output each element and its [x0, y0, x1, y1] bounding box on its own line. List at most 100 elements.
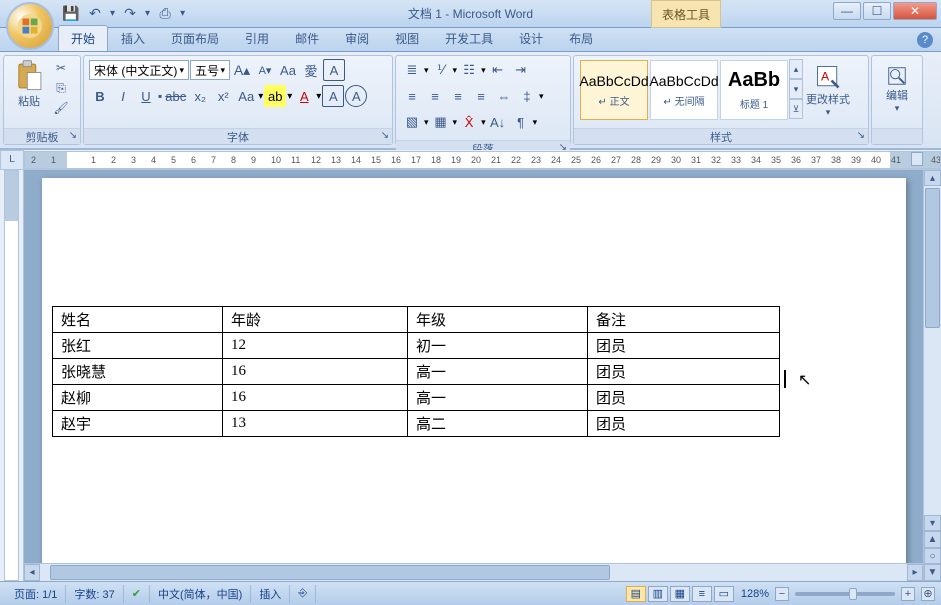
office-button[interactable] [6, 2, 54, 50]
qat-dropdown-icon[interactable]: ▾ [110, 8, 115, 19]
tab-home[interactable]: 开始 [58, 25, 108, 51]
font-color-button[interactable]: A [293, 85, 315, 107]
para-sort-icon[interactable]: ¶ [510, 111, 532, 133]
hscroll-thumb[interactable] [50, 565, 610, 580]
redo-icon[interactable]: ↷ [119, 3, 141, 25]
shading-icon[interactable]: ▧ [401, 111, 423, 133]
zoom-slider[interactable] [795, 592, 895, 596]
qat-customize-icon[interactable]: ▾ [180, 8, 185, 19]
zoom-in-icon[interactable]: + [901, 587, 915, 601]
vertical-scrollbar[interactable]: ▴ ▾ ▲ ○ ▼ [923, 170, 941, 581]
tab-developer[interactable]: 开发工具 [432, 25, 506, 51]
hscroll-left-icon[interactable]: ◂ [24, 564, 40, 581]
tab-design[interactable]: 设计 [506, 25, 556, 51]
tab-references[interactable]: 引用 [232, 25, 282, 51]
close-button[interactable]: ✕ [893, 2, 937, 20]
view-draft-icon[interactable]: ▭ [714, 586, 734, 602]
view-print-icon[interactable]: ▤ [626, 586, 646, 602]
vertical-ruler[interactable] [0, 170, 24, 581]
content-table[interactable]: 姓名 年龄 年级 备注 张红12初一团员 张晓慧16高一团员 赵柳16高一团员 … [52, 306, 780, 437]
highlight-button[interactable]: ab [264, 85, 286, 107]
bold-button[interactable]: B [89, 85, 111, 107]
scroll-down-icon[interactable]: ▾ [924, 515, 941, 531]
distribute-icon[interactable]: ⇔ [493, 85, 515, 107]
align-left-icon[interactable]: ≡ [401, 85, 423, 107]
status-language[interactable]: 中文(简体，中国) [150, 585, 251, 603]
zoom-level[interactable]: 128% [741, 588, 769, 600]
browse-prev-icon[interactable]: ▲ [924, 531, 941, 548]
scroll-thumb[interactable] [925, 188, 940, 328]
grow-font-icon[interactable]: A▴ [231, 59, 253, 81]
editing-button[interactable]: 编辑 ▾ [877, 59, 917, 125]
indent-inc-icon[interactable]: ⇥ [510, 59, 532, 81]
scroll-up-icon[interactable]: ▴ [924, 170, 941, 186]
subscript-button[interactable]: x₂ [189, 85, 211, 107]
tab-review[interactable]: 审阅 [332, 25, 382, 51]
cut-icon[interactable]: ✂ [51, 59, 71, 77]
tab-layout[interactable]: 布局 [556, 25, 606, 51]
pinyin-icon[interactable]: 愛 [300, 59, 322, 81]
maximize-button[interactable]: ☐ [863, 2, 891, 20]
undo-icon[interactable]: ↶ [84, 3, 106, 25]
font-dialog-icon[interactable]: ↘ [381, 130, 389, 141]
sort-icon[interactable]: X̂ [458, 111, 480, 133]
format-painter-icon[interactable]: 🖌 [51, 99, 71, 117]
view-web-icon[interactable]: ▦ [670, 586, 690, 602]
status-insert-mode[interactable]: 插入 [251, 585, 290, 603]
styles-dialog-icon[interactable]: ↘ [857, 130, 865, 141]
style-nospacing[interactable]: AaBbCcDd ↵ 无间隔 [650, 60, 718, 120]
copy-icon[interactable]: ⎘ [51, 79, 71, 97]
linespacing-icon[interactable]: ‡ [516, 85, 538, 107]
style-heading1[interactable]: AaBb 标题 1 [720, 60, 788, 120]
showmarks-icon[interactable]: A↓ [487, 111, 509, 133]
style-scroll-down-icon[interactable]: ▾ [789, 79, 803, 99]
change-styles-button[interactable]: A 更改样式 ▾ [803, 59, 853, 125]
clear-format-icon[interactable]: Aa [277, 59, 299, 81]
font-size-select[interactable]: 五号▾ [190, 60, 230, 80]
tab-pagelayout[interactable]: 页面布局 [158, 25, 232, 51]
bullets-icon[interactable]: ≣ [401, 59, 423, 81]
hscroll-right-icon[interactable]: ▸ [907, 564, 923, 581]
change-case-button[interactable]: Aa [235, 85, 257, 107]
enclosed-char-button[interactable]: A [345, 85, 367, 107]
indent-dec-icon[interactable]: ⇤ [487, 59, 509, 81]
zoom-out-icon[interactable]: − [775, 587, 789, 601]
document-area[interactable]: 姓名 年龄 年级 备注 张红12初一团员 张晓慧16高一团员 赵柳16高一团员 … [24, 170, 923, 581]
help-icon[interactable]: ? [917, 32, 933, 48]
underline-button[interactable]: U [135, 85, 157, 107]
tab-selector[interactable]: L [0, 150, 24, 170]
view-fullscreen-icon[interactable]: ▥ [648, 586, 668, 602]
style-normal[interactable]: AaBbCcDd ↵ 正文 [580, 60, 648, 120]
status-words[interactable]: 字数: 37 [66, 585, 123, 603]
char-shading-button[interactable]: A [322, 85, 344, 107]
minimize-button[interactable]: — [833, 2, 861, 20]
style-expand-icon[interactable]: ⊻ [789, 99, 803, 119]
italic-button[interactable]: I [112, 85, 134, 107]
view-outline-icon[interactable]: ≡ [692, 586, 712, 602]
align-center-icon[interactable]: ≡ [424, 85, 446, 107]
align-right-icon[interactable]: ≡ [447, 85, 469, 107]
tab-view[interactable]: 视图 [382, 25, 432, 51]
save-icon[interactable]: 💾 [60, 3, 82, 25]
status-fit-icon[interactable]: ⊕ [921, 587, 935, 601]
view-ruler-icon[interactable] [911, 152, 923, 166]
status-macro-icon[interactable]: ⎆ [290, 585, 316, 603]
justify-icon[interactable]: ≡ [470, 85, 492, 107]
shrink-font-icon[interactable]: A▾ [254, 59, 276, 81]
browse-next-icon[interactable]: ▼ [924, 564, 941, 581]
strike-button[interactable]: abc [163, 85, 188, 107]
print-icon[interactable]: ⎙ [154, 3, 176, 25]
tab-mailings[interactable]: 邮件 [282, 25, 332, 51]
paste-button[interactable]: 粘贴 [9, 59, 49, 125]
font-name-select[interactable]: 宋体 (中文正文)▾ [89, 60, 189, 80]
char-border-icon[interactable]: A [323, 59, 345, 81]
superscript-button[interactable]: x² [212, 85, 234, 107]
horizontal-scrollbar[interactable]: ◂ ▸ [24, 563, 923, 581]
browse-object-icon[interactable]: ○ [924, 548, 941, 565]
style-scroll-up-icon[interactable]: ▴ [789, 59, 803, 79]
status-proof-icon[interactable]: ✔ [124, 585, 150, 603]
tab-insert[interactable]: 插入 [108, 25, 158, 51]
status-page[interactable]: 页面: 1/1 [6, 585, 66, 603]
borders-icon[interactable]: ▦ [430, 111, 452, 133]
numbering-icon[interactable]: ⅟ [430, 59, 452, 81]
